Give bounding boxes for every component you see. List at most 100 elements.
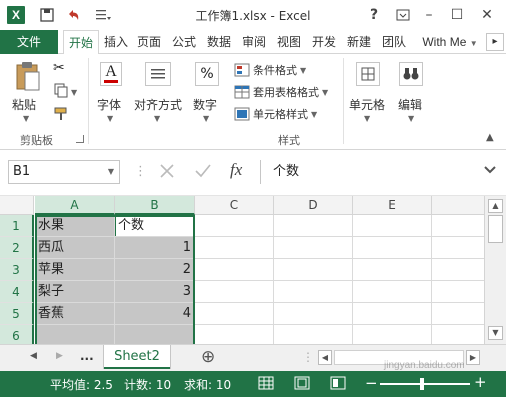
scroll-thumb[interactable] (488, 215, 503, 243)
alignment-button[interactable]: 对齐方式 ▼ (131, 58, 185, 128)
font-button[interactable]: A 字体 ▼ (94, 58, 128, 128)
row-header-6[interactable]: 6 (0, 325, 34, 344)
cell-f4[interactable] (432, 281, 484, 303)
column-header-f[interactable]: F (432, 196, 484, 215)
select-all-corner[interactable] (0, 196, 34, 215)
tab-new[interactable]: 新建 (343, 30, 375, 54)
cell-d5[interactable] (274, 303, 353, 325)
hscroll-right-icon[interactable]: ▶ (466, 350, 480, 365)
cell-f5[interactable] (432, 303, 484, 325)
tab-file[interactable]: 文件 (0, 30, 58, 54)
cell-c4[interactable] (195, 281, 274, 303)
confirm-entry-icon[interactable] (194, 162, 212, 183)
cell-a4[interactable]: 梨子 (35, 281, 115, 303)
normal-view-icon[interactable] (258, 376, 274, 393)
cell-a2[interactable]: 西瓜 (35, 237, 115, 259)
tab-data[interactable]: 数据 (203, 30, 235, 54)
sheet-tab-sheet2[interactable]: Sheet2 (104, 345, 170, 369)
scroll-up-icon[interactable]: ▲ (488, 199, 503, 213)
cell-style-button[interactable]: 单元格样式 ▼ (234, 106, 317, 122)
account-menu[interactable]: With Me ▼ (418, 30, 482, 54)
row-header-3[interactable]: 3 (0, 259, 34, 281)
cell-b4[interactable]: 3 (115, 281, 195, 303)
cell-d1[interactable] (274, 215, 353, 237)
cell-a3[interactable]: 苹果 (35, 259, 115, 281)
close-button[interactable]: ✕ (476, 4, 498, 26)
insert-function-button[interactable]: fx (230, 160, 242, 180)
column-header-e[interactable]: E (353, 196, 432, 215)
format-painter-icon[interactable] (53, 106, 69, 125)
zoom-slider[interactable] (380, 378, 470, 390)
cell-c3[interactable] (195, 259, 274, 281)
formula-input[interactable]: 个数 (260, 160, 500, 184)
expand-formula-bar-icon[interactable] (484, 164, 496, 178)
column-header-d[interactable]: D (274, 196, 353, 215)
column-header-b[interactable]: B (115, 196, 195, 215)
number-button[interactable]: % 数字 ▼ (190, 58, 224, 128)
editing-button[interactable]: 编辑 ▼ (395, 58, 429, 128)
cell-f3[interactable] (432, 259, 484, 281)
tab-team[interactable]: 团队 (378, 30, 410, 54)
scroll-tabs-right-icon[interactable]: ▸ (486, 33, 504, 51)
cell-d3[interactable] (274, 259, 353, 281)
copy-icon[interactable] (53, 82, 69, 101)
table-format-button[interactable]: 套用表格格式 ▼ (234, 84, 328, 100)
tab-home[interactable]: 开始 (63, 30, 99, 55)
cell-b5[interactable]: 4 (115, 303, 195, 325)
cell-b1[interactable]: 个数 (115, 215, 195, 237)
help-button[interactable]: ? (363, 4, 385, 26)
cell-c2[interactable] (195, 237, 274, 259)
cell-b6[interactable] (115, 325, 195, 344)
cell-e5[interactable] (353, 303, 432, 325)
cell-c5[interactable] (195, 303, 274, 325)
cancel-entry-icon[interactable] (158, 162, 176, 183)
copy-dropdown-icon[interactable]: ▼ (71, 88, 77, 97)
worksheet-grid[interactable]: A B C D E F 1 2 3 4 5 6 水果 西瓜 苹果 梨子 香蕉 个… (0, 196, 484, 344)
cell-c6[interactable] (195, 325, 274, 344)
cell-d2[interactable] (274, 237, 353, 259)
name-box-dropdown-icon[interactable]: ▼ (108, 161, 114, 183)
zoom-slider-thumb[interactable] (420, 378, 424, 390)
row-header-1[interactable]: 1 (0, 215, 34, 237)
cell-f1[interactable] (432, 215, 484, 237)
scroll-down-icon[interactable]: ▼ (488, 326, 503, 340)
conditional-format-button[interactable]: 条件格式 ▼ (234, 62, 306, 78)
cell-e6[interactable] (353, 325, 432, 344)
zoom-out-icon[interactable]: − (365, 374, 378, 392)
hscroll-left-icon[interactable]: ◀ (318, 350, 332, 365)
collapse-ribbon-icon[interactable]: ▲ (486, 132, 494, 143)
clipboard-launcher-icon[interactable] (76, 135, 84, 143)
minimize-button[interactable]: – (418, 4, 440, 26)
maximize-button[interactable]: ☐ (446, 4, 468, 26)
cell-e4[interactable] (353, 281, 432, 303)
name-box[interactable]: B1 ▼ (8, 160, 120, 184)
cell-a1[interactable]: 水果 (35, 215, 115, 237)
row-header-4[interactable]: 4 (0, 281, 34, 303)
cell-e1[interactable] (353, 215, 432, 237)
tab-developer[interactable]: 开发 (308, 30, 340, 54)
column-header-a[interactable]: A (35, 196, 115, 215)
cell-d6[interactable] (274, 325, 353, 344)
vertical-scrollbar[interactable]: ▲ ▼ (484, 196, 506, 344)
cell-e3[interactable] (353, 259, 432, 281)
cell-b2[interactable]: 1 (115, 237, 195, 259)
zoom-in-icon[interactable]: + (474, 373, 487, 391)
cell-e2[interactable] (353, 237, 432, 259)
ribbon-display-options-icon[interactable] (392, 4, 414, 26)
cut-icon[interactable]: ✂ (53, 60, 65, 76)
tab-page[interactable]: 页面 (133, 30, 165, 54)
more-sheets-button[interactable]: ... (80, 349, 94, 363)
row-header-2[interactable]: 2 (0, 237, 34, 259)
next-sheet-icon[interactable]: ▶ (56, 351, 63, 361)
page-break-view-icon[interactable] (330, 376, 346, 393)
cells-button[interactable]: 单元格 ▼ (346, 58, 390, 128)
cell-b3[interactable]: 2 (115, 259, 195, 281)
tab-review[interactable]: 审阅 (238, 30, 270, 54)
tab-view[interactable]: 视图 (273, 30, 305, 54)
paste-button[interactable]: 粘贴 ▼ (8, 58, 48, 128)
column-header-c[interactable]: C (195, 196, 274, 215)
cell-d4[interactable] (274, 281, 353, 303)
tab-insert[interactable]: 插入 (101, 30, 131, 54)
cell-a6[interactable] (35, 325, 115, 344)
prev-sheet-icon[interactable]: ◀ (30, 351, 37, 361)
